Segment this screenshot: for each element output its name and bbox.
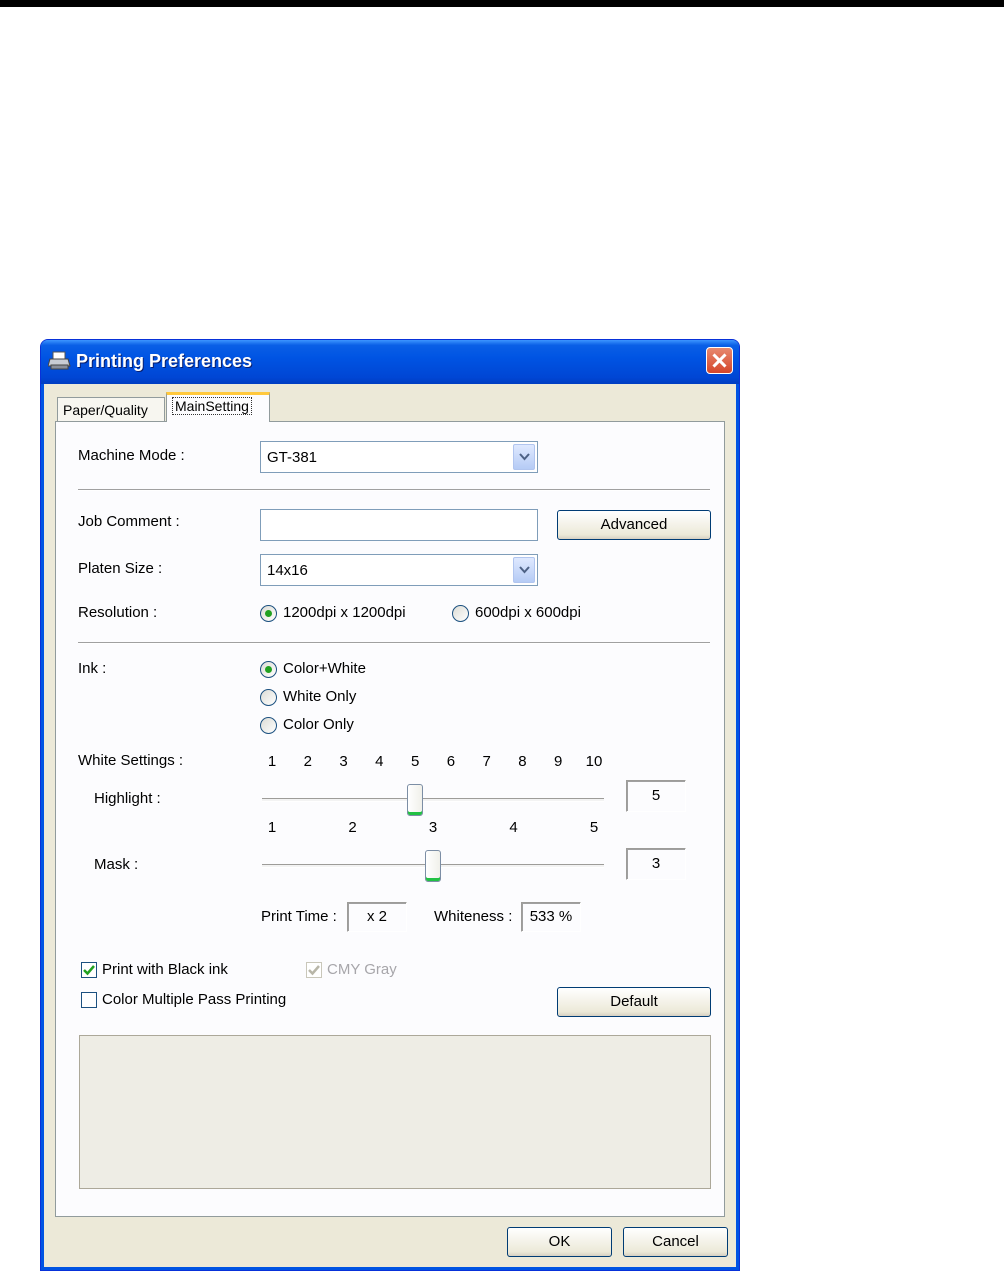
color-multiple-pass-checkbox[interactable] [81,992,97,1008]
machine-mode-label: Machine Mode : [78,447,185,464]
tick-label: 3 [428,819,438,836]
tick-label: 4 [375,753,384,770]
ok-button[interactable]: OK [507,1227,612,1257]
tick-label: 7 [482,753,491,770]
tick-label: 1 [267,753,277,770]
checkmark-icon [83,965,95,976]
white-settings-label: White Settings : [78,752,184,769]
tick-label: 2 [348,819,357,836]
ink-color-white-radio[interactable] [260,661,277,678]
tick-label: 10 [585,753,603,770]
print-black-ink-label[interactable]: Print with Black ink [102,961,228,978]
mask-label: Mask : [94,856,139,873]
ink-color-only-radio[interactable] [260,717,277,734]
separator [78,642,710,644]
tick-label: 1 [267,819,277,836]
chevron-down-icon[interactable] [513,444,535,470]
tab-paper-quality[interactable]: Paper/Quality [57,397,165,421]
color-multiple-pass-label[interactable]: Color Multiple Pass Printing [102,991,286,1008]
platen-size-label: Platen Size : [78,560,163,577]
cancel-button[interactable]: Cancel [623,1227,728,1257]
printer-icon [47,351,72,371]
resolution-600-label[interactable]: 600dpi x 600dpi [475,604,581,621]
ink-white-only-radio[interactable] [260,689,277,706]
title-bar[interactable]: Printing Preferences [41,340,739,384]
printing-preferences-dialog: Printing Preferences Paper/Quality MainS… [40,339,740,1271]
tick-label: 6 [446,753,456,770]
mainsetting-panel: Machine Mode : GT-381 Job Comment : Adva… [55,421,725,1217]
whiteness-label: Whiteness : [434,908,513,925]
cmy-gray-checkbox [306,962,322,978]
checkmark-icon [308,965,320,976]
ink-label: Ink : [78,660,107,677]
window-title: Printing Preferences [76,351,253,371]
tab-label: MainSetting [172,397,252,415]
resolution-1200-label[interactable]: 1200dpi x 1200dpi [283,604,406,621]
close-button[interactable] [706,347,733,374]
highlight-slider-thumb[interactable] [407,784,424,816]
tick-label: 3 [339,753,348,770]
tick-label: 2 [303,753,312,770]
job-comment-input[interactable] [260,509,538,541]
top-edge-bar [0,0,1004,7]
ink-color-white-label[interactable]: Color+White [283,660,366,677]
tick-label: 4 [509,819,518,836]
tick-label: 8 [518,753,527,770]
description-box [79,1035,711,1189]
tab-mainsetting[interactable]: MainSetting [166,392,270,422]
mask-slider-thumb[interactable] [425,850,441,882]
highlight-slider-track[interactable] [262,798,604,802]
whiteness-value: 533 % [521,902,581,932]
tick-label: 5 [589,819,599,836]
print-black-ink-checkbox[interactable] [81,962,97,978]
print-time-label: Print Time : [261,908,337,925]
ink-white-only-label[interactable]: White Only [283,688,356,705]
resolution-600-radio[interactable] [452,605,469,622]
print-time-value: x 2 [347,902,407,932]
default-button[interactable]: Default [557,987,711,1017]
job-comment-label: Job Comment : [78,513,180,530]
resolution-1200-radio[interactable] [260,605,277,622]
mask-value: 3 [626,848,686,880]
ink-color-only-label[interactable]: Color Only [283,716,354,733]
machine-mode-select[interactable]: GT-381 [260,441,538,473]
cmy-gray-label: CMY Gray [327,961,397,978]
highlight-label: Highlight : [94,790,161,807]
machine-mode-value: GT-381 [267,449,318,466]
separator [78,489,710,491]
tab-label: Paper/Quality [63,402,148,418]
tick-label: 9 [554,753,563,770]
advanced-button[interactable]: Advanced [557,510,711,540]
platen-size-value: 14x16 [267,562,308,579]
highlight-value: 5 [626,780,686,812]
tick-label: 5 [410,753,420,770]
chevron-down-icon[interactable] [513,557,535,583]
resolution-label: Resolution : [78,604,158,621]
platen-size-select[interactable]: 14x16 [260,554,538,586]
